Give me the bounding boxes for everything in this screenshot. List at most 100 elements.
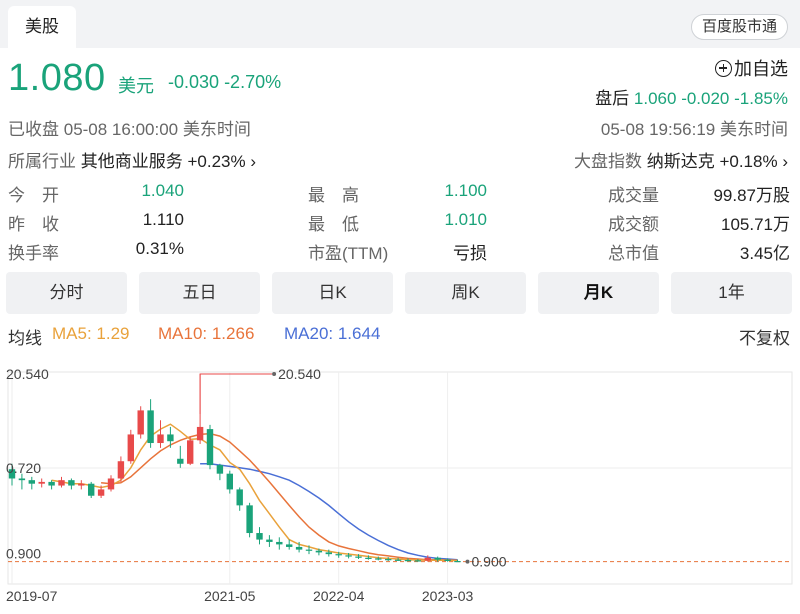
adjust-toggle[interactable]: 不复权 <box>739 324 790 349</box>
candle-body <box>335 554 342 556</box>
candle-body <box>206 429 214 466</box>
tab-five-day[interactable]: 五日 <box>139 272 260 314</box>
close-timezone: 美东时间 <box>182 120 251 139</box>
after-hours-time: 05-08 19:56:19 美东时间 <box>601 115 788 140</box>
candle-body <box>127 434 134 462</box>
chevron-right-icon: › <box>782 152 788 171</box>
max-marker-line <box>199 373 273 414</box>
candle-body <box>147 410 154 444</box>
pe-label: 市盈(TTM) <box>308 244 389 263</box>
market-status: 已收盘 05-08 16:00:00 美东时间 <box>8 115 251 140</box>
candle-body <box>375 558 382 560</box>
candle-body <box>295 546 303 550</box>
tab-intraday[interactable]: 分时 <box>6 272 127 314</box>
status-label: 已收盘 <box>8 120 59 139</box>
change-percent: -2.70% <box>224 72 282 92</box>
plot-frame <box>7 371 793 585</box>
x-tick-label: 2019-07 <box>6 588 58 604</box>
kline-chart[interactable]: 20.540 0.900 20.540 0.720 0.900 2019-07 2021-0… <box>0 358 800 614</box>
candle-body <box>404 560 412 562</box>
candle-body <box>236 489 243 506</box>
high-value: 1.100 <box>444 181 487 200</box>
after-timezone: 美东时间 <box>720 120 788 139</box>
brand-pill[interactable]: 百度股市通 <box>690 14 788 40</box>
candle-body <box>216 465 224 474</box>
turnover-rate-label: 换手率 <box>8 244 59 263</box>
prev-close-value: 1.110 <box>142 210 184 229</box>
close-time: 05-08 16:00:00 <box>63 120 179 139</box>
low-value: 1.010 <box>444 210 487 229</box>
candle-body <box>414 560 422 562</box>
after-hours-quote: 盘后 1.060 -0.020 -1.85% <box>595 84 788 109</box>
prev-close-label: 昨 收 <box>8 215 59 234</box>
change-value: -0.030 <box>168 72 220 92</box>
after-hours-percent: -1.85% <box>734 89 788 108</box>
last-price: 1.080 <box>8 57 106 99</box>
candle-body <box>117 461 125 479</box>
high-label: 最 高 <box>308 186 359 205</box>
candle-body <box>28 480 35 484</box>
candle-body <box>345 555 352 557</box>
y-tick-label: 20.540 <box>6 366 49 382</box>
industry-change: +0.23% <box>187 152 246 171</box>
y-tick-label: 0.720 <box>6 460 41 476</box>
candle-body <box>444 559 451 561</box>
candle-body <box>385 559 392 561</box>
index-change: +0.18% <box>719 152 778 171</box>
candle-body <box>58 480 65 486</box>
after-hours-change: -0.020 <box>681 89 730 108</box>
candle-body <box>226 473 233 490</box>
ma10-legend: MA10: 1.266 <box>158 324 255 343</box>
tab-us-stocks[interactable]: 美股 <box>8 6 76 48</box>
volume-label: 成交量 <box>608 186 659 205</box>
y-tick-label: 0.900 <box>6 546 41 562</box>
candle-body <box>187 440 194 464</box>
last-price-label: 0.900 <box>472 554 507 570</box>
price-change: -0.030 -2.70% <box>168 72 281 93</box>
index-name: 纳斯达克 <box>646 152 715 171</box>
candle-body <box>157 434 164 444</box>
candle-body <box>107 478 115 490</box>
turnover-rate-value: 0.31% <box>135 239 184 258</box>
candle-body <box>18 478 26 481</box>
candle-body <box>266 539 273 542</box>
industry-label: 所属行业 <box>8 152 76 171</box>
candle-body <box>394 559 402 561</box>
candle-body <box>424 557 431 561</box>
industry-link[interactable]: 所属行业 其他商业服务 +0.23% › <box>8 147 256 172</box>
last-marker-dot <box>465 559 470 564</box>
x-tick-label: 2023-03 <box>422 588 474 604</box>
add-watchlist-button[interactable]: 加自选 <box>715 55 788 81</box>
stats-row: 昨 收 1.110 最 低 1.010 成交额 105.71万 <box>8 207 790 236</box>
candle-body <box>78 483 85 486</box>
ma20-line <box>200 463 458 561</box>
market-cap-label: 总市值 <box>608 244 659 263</box>
candle-body <box>256 533 263 540</box>
candle-body <box>68 480 75 486</box>
after-hours-label: 盘后 <box>595 89 630 108</box>
ma-label: 均线 <box>8 329 42 348</box>
open-label: 今 开 <box>8 186 59 205</box>
candle-body <box>177 458 184 464</box>
add-watchlist-label: 加自选 <box>734 59 788 79</box>
chevron-right-icon: › <box>250 152 257 171</box>
plus-circle-icon <box>715 59 732 77</box>
tab-daily-k[interactable]: 日K <box>272 272 393 314</box>
candle-body <box>286 544 293 547</box>
x-tick-label: 2021-05 <box>204 588 256 604</box>
candle-body <box>355 556 362 558</box>
stats-row: 今 开 1.040 最 高 1.100 成交量 99.87万股 <box>8 178 790 207</box>
candle-body <box>434 557 441 560</box>
candle-body <box>454 560 461 563</box>
ma5-legend: MA5: 1.29 <box>52 324 130 343</box>
tab-weekly-k[interactable]: 周K <box>405 272 526 314</box>
candle-body <box>365 557 372 559</box>
top-bar: 美股 百度股市通 <box>0 0 800 48</box>
candle-body <box>246 505 253 534</box>
tab-monthly-k[interactable]: 月K <box>538 272 659 314</box>
market-index-link[interactable]: 大盘指数 纳斯达克 +0.18% › <box>574 147 788 172</box>
max-marker-dot <box>272 372 277 376</box>
index-label: 大盘指数 <box>573 152 642 171</box>
candle-body <box>196 426 204 441</box>
tab-one-year[interactable]: 1年 <box>671 272 792 314</box>
